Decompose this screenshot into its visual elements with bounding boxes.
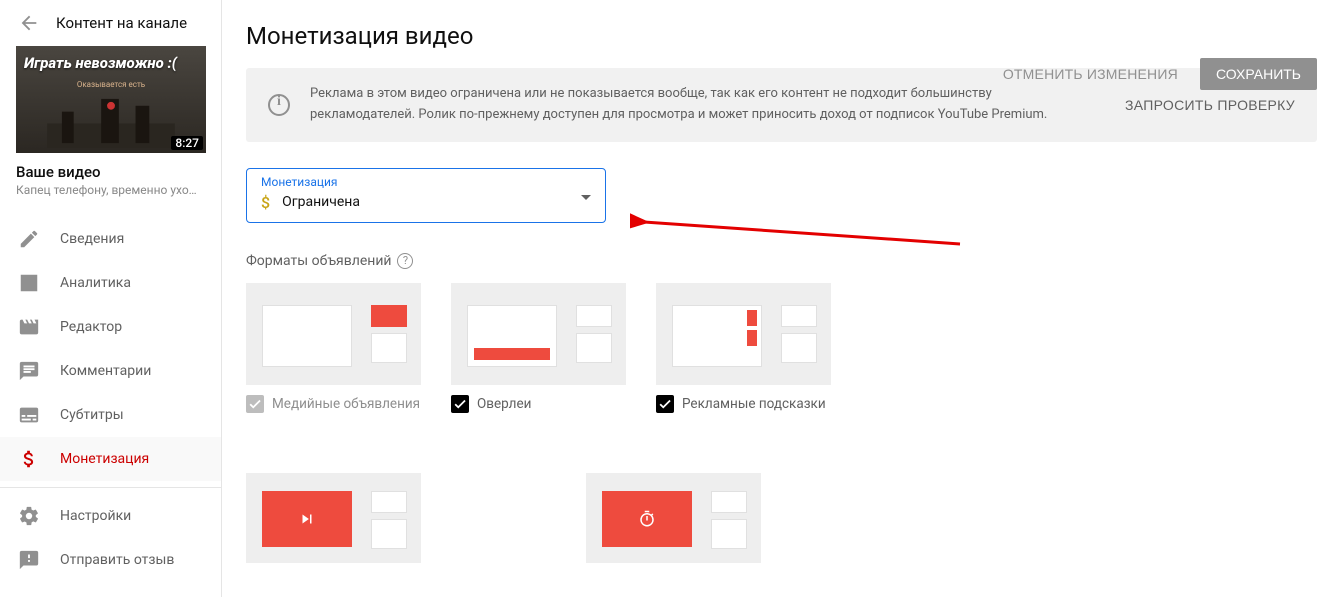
checkbox-overlay[interactable] [451,395,469,413]
nav-label: Отправить отзыв [60,552,174,568]
format-label: Медийные объявления [272,396,420,412]
subtitles-icon [18,404,40,426]
sidebar-item-feedback[interactable]: Отправить отзыв [0,538,221,582]
nav-label: Аналитика [60,275,131,291]
sidebar-item-details[interactable]: Сведения [0,217,221,261]
back-label: Контент на канале [56,14,187,32]
dollar-icon: $ [261,193,270,212]
format-card-nonskippable[interactable] [586,473,761,563]
thumbnail-title: Играть невозможно :( [24,54,198,72]
sidebar-item-settings[interactable]: Настройки [0,494,221,538]
your-video-label: Ваше видео [0,163,221,181]
alert-text: Реклама в этом видео ограничена или не п… [310,84,1105,126]
sidebar-item-monetization[interactable]: Монетизация [0,437,221,481]
annotation-arrow [630,204,970,254]
help-icon[interactable]: ? [397,253,413,269]
timer-icon [638,510,656,528]
dollar-icon [18,448,40,470]
checkbox-sponsored[interactable] [656,395,674,413]
comments-icon [18,360,40,382]
pencil-icon [18,228,40,250]
select-value: Ограничена [282,194,360,210]
skip-icon [298,510,316,528]
format-card-skippable[interactable] [246,473,421,563]
thumbnail-subtitle: Оказывается есть [16,80,206,89]
format-label: Оверлеи [477,396,531,412]
checkbox-display [246,395,264,413]
format-card-overlay[interactable] [451,283,626,385]
video-thumbnail[interactable]: Играть невозможно :( Оказывается есть 8:… [16,46,206,153]
back-row[interactable]: Контент на канале [0,12,221,42]
nav-label: Настройки [60,508,131,524]
feedback-icon [18,549,40,571]
select-label: Монетизация [261,175,591,189]
monetization-select[interactable]: Монетизация $ Ограничена [246,168,606,223]
arrow-left-icon [18,12,40,34]
sidebar-item-comments[interactable]: Комментарии [0,349,221,393]
cancel-button[interactable]: ОТМЕНИТЬ ИЗМЕНЕНИЯ [989,58,1192,90]
sidebar-item-subtitles[interactable]: Субтитры [0,393,221,437]
chevron-down-icon [581,195,591,200]
ad-formats-heading: Форматы объявлений ? [246,253,1317,269]
sidebar-item-editor[interactable]: Редактор [0,305,221,349]
request-review-button[interactable]: ЗАПРОСИТЬ ПРОВЕРКУ [1125,97,1295,113]
nav-label: Редактор [60,319,122,335]
duration-badge: 8:27 [171,136,203,150]
sidebar-item-analytics[interactable]: Аналитика [0,261,221,305]
nav-label: Монетизация [60,451,149,467]
editor-icon [18,316,40,338]
format-label: Рекламные подсказки [682,396,826,412]
save-button[interactable]: СОХРАНИТЬ [1200,58,1317,90]
gear-icon [18,505,40,527]
nav-label: Субтитры [60,407,124,423]
format-card-display[interactable] [246,283,421,385]
nav-label: Сведения [60,231,124,247]
info-icon [268,94,290,116]
page-title: Монетизация видео [246,22,1317,50]
nav-label: Комментарии [60,363,151,379]
analytics-icon [18,272,40,294]
format-card-sponsored[interactable] [656,283,831,385]
video-title: Капец телефону, временно ухожу ... [0,181,221,209]
